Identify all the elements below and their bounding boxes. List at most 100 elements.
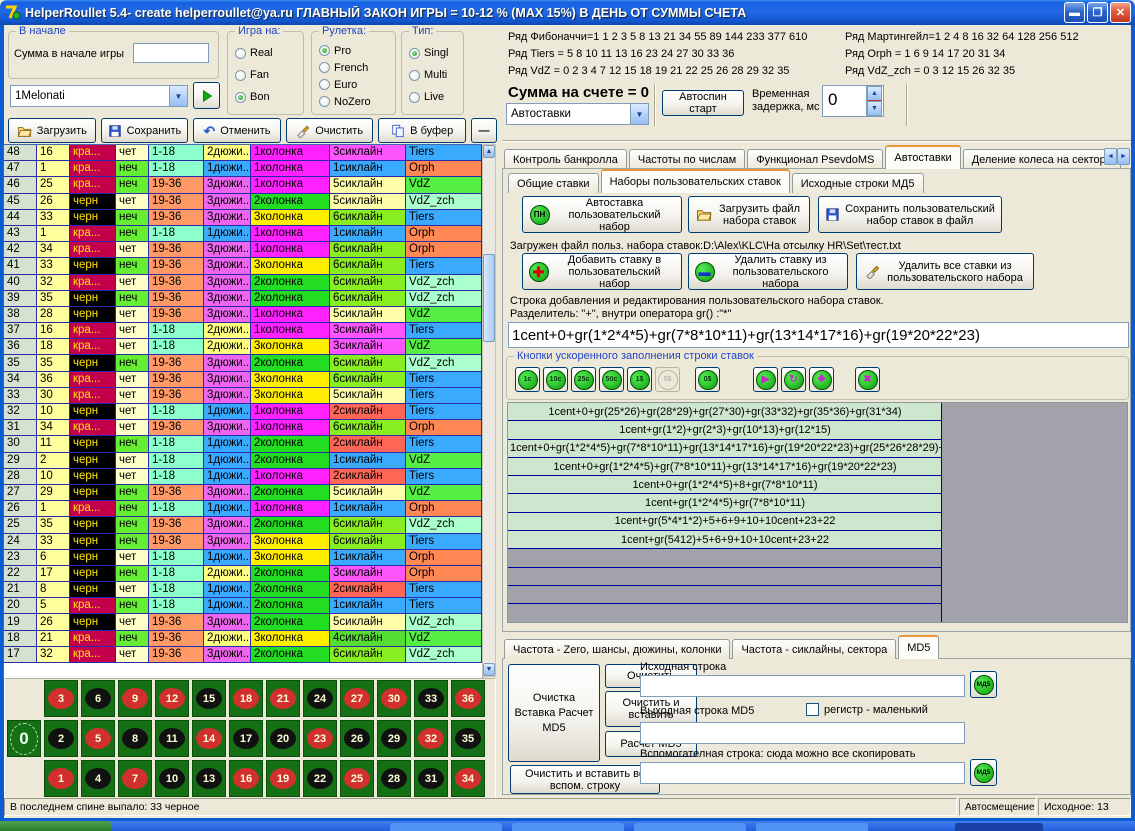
start-sum-input[interactable] xyxy=(133,43,209,63)
autostake-user-set-button[interactable]: ПН Автоставка пользовательский набор xyxy=(522,196,682,233)
tab-2[interactable]: Функционал PsevdoMS xyxy=(747,149,883,169)
radio-option-multi[interactable]: Multi xyxy=(402,64,463,86)
autospin-start-button[interactable]: Автоспин старт xyxy=(662,90,744,116)
table-row[interactable]: 3436кра...чет19-363дюжи...3колонка6сикла… xyxy=(4,372,482,388)
md5-lowercase-option[interactable]: регистр - маленький xyxy=(806,703,928,716)
bet-list-item[interactable]: 1cent+gr(1*2)+gr(2*3)+gr(10*13)+gr(12*15… xyxy=(508,421,942,439)
bet-list-item[interactable]: 1cent+0+gr(1*2*4*5)+gr(7*8*10*11)+gr(13*… xyxy=(508,458,942,476)
radio-icon[interactable] xyxy=(409,92,420,103)
md5-aux-input[interactable] xyxy=(640,762,965,784)
table-row[interactable]: 2217черннеч1-182дюжи...2колонка3сиклайнO… xyxy=(4,566,482,582)
chevron-down-icon[interactable]: ▼ xyxy=(630,104,648,124)
roulette-cell[interactable]: 13 xyxy=(192,760,226,797)
save-button[interactable]: Сохранить xyxy=(101,118,189,143)
copy-to-clipboard-button[interactable]: В буфер xyxy=(378,118,466,143)
radio-option-nozero[interactable]: NoZero xyxy=(312,93,395,110)
radio-option-real[interactable]: Real xyxy=(228,42,303,64)
roulette-cell[interactable]: 19 xyxy=(266,760,300,797)
roulette-cell[interactable]: 4 xyxy=(81,760,115,797)
roulette-cell[interactable]: 24 xyxy=(303,680,337,717)
undo-button[interactable]: ↶ Отменить xyxy=(193,118,281,143)
bet-list-item[interactable]: 1cent+gr(5412)+5+6+9+10+10cent+23+22 xyxy=(508,531,942,549)
chip-50c-button[interactable]: 50c xyxy=(599,367,624,392)
radio-option-pro[interactable]: Pro xyxy=(312,42,395,59)
freq-tab-0[interactable]: Частота - Zero, шансы, дюжины, колонки xyxy=(504,639,730,659)
delay-spinner[interactable]: 0 ▲ ▼ xyxy=(822,85,884,117)
spinner-up-icon[interactable]: ▲ xyxy=(867,86,882,101)
table-row[interactable]: 3330кра...чет19-363дюжи...3колонка5сикла… xyxy=(4,388,482,404)
radio-icon[interactable] xyxy=(319,96,330,107)
add-bet-button[interactable]: ✚ Добавить ставку в пользовательский наб… xyxy=(522,253,682,290)
delete-all-bets-button[interactable]: Удалить все ставки из пользовательского … xyxy=(856,253,1034,290)
quick-pattern-button[interactable]: ✖ xyxy=(855,367,880,392)
table-row[interactable]: 1821кра...неч19-362дюжи...3колонка4сикла… xyxy=(4,631,482,647)
clear-button[interactable]: Очистить xyxy=(286,118,374,143)
subtab-0[interactable]: Общие ставки xyxy=(508,173,599,193)
taskbar-button[interactable] xyxy=(390,823,502,831)
roulette-cell[interactable]: 15 xyxy=(192,680,226,717)
md5-aux-icon-button[interactable]: МД5 xyxy=(970,759,997,786)
table-row[interactable]: 3935черннеч19-363дюжи...2колонка6сиклайн… xyxy=(4,291,482,307)
checkbox-icon[interactable] xyxy=(806,703,819,716)
roulette-cell[interactable]: 32 xyxy=(414,720,448,757)
md5-clear-paste-calc-button[interactable]: Очистка Вставка Расчет MD5 xyxy=(508,664,600,762)
taskbar-button[interactable] xyxy=(512,823,624,831)
quick-shapes-button[interactable]: ❖ xyxy=(809,367,834,392)
radio-option-bon[interactable]: Bon xyxy=(228,86,303,108)
table-row[interactable]: 1926чернчет19-363дюжи...2колонка5сиклайн… xyxy=(4,614,482,630)
scroll-down-icon[interactable]: ▼ xyxy=(483,663,495,676)
roulette-cell[interactable]: 21 xyxy=(266,680,300,717)
load-button[interactable]: Загрузить xyxy=(8,118,96,143)
scrollbar-thumb[interactable] xyxy=(483,254,495,342)
table-row[interactable]: 261кра...неч1-181дюжи...1колонка1сиклайн… xyxy=(4,501,482,517)
roulette-cell[interactable]: 27 xyxy=(340,680,374,717)
table-row[interactable]: 4433черннеч19-363дюжи...3колонка6сиклайн… xyxy=(4,210,482,226)
roulette-cell[interactable]: 5 xyxy=(81,720,115,757)
roulette-cell[interactable]: 10 xyxy=(155,760,189,797)
table-row[interactable]: 3210чернчет1-181дюжи...1колонка2сиклайнT… xyxy=(4,404,482,420)
table-row[interactable]: 205кра...неч1-181дюжи...2колонка1сиклайн… xyxy=(4,598,482,614)
table-row[interactable]: 292чернчет1-181дюжи...2колонка1сиклайнVd… xyxy=(4,453,482,469)
table-row[interactable]: 3618кра...чет1-182дюжи...3колонка3сиклай… xyxy=(4,339,482,355)
roulette-cell[interactable]: 2 xyxy=(44,720,78,757)
table-row[interactable]: 4133черннеч19-363дюжи...3колонка6сиклайн… xyxy=(4,258,482,274)
minimize-button[interactable]: ▬ xyxy=(1064,2,1085,23)
roulette-cell[interactable]: 29 xyxy=(377,720,411,757)
tab-4[interactable]: Деление колеса на сектора xyxy=(963,149,1121,169)
freq-tab-1[interactable]: Частота - сиклайны, сектора xyxy=(732,639,896,659)
maximize-button[interactable]: ❒ xyxy=(1087,2,1108,23)
start-button[interactable] xyxy=(0,821,112,831)
roulette-cell[interactable]: 35 xyxy=(451,720,485,757)
roulette-cell[interactable]: 9 xyxy=(118,680,152,717)
delete-bet-button[interactable]: ▬ Удалить ставку из пользовательского на… xyxy=(688,253,848,290)
freq-tab-2[interactable]: MD5 xyxy=(898,635,939,659)
roulette-cell[interactable]: 8 xyxy=(118,720,152,757)
chip-25c-button[interactable]: 25c xyxy=(571,367,596,392)
roulette-cell[interactable]: 3 xyxy=(44,680,78,717)
roulette-cell[interactable]: 28 xyxy=(377,760,411,797)
subtab-2[interactable]: Исходные строки МД5 xyxy=(792,173,924,193)
bet-string-input[interactable] xyxy=(508,322,1129,348)
table-row[interactable]: 3535черннеч19-363дюжи...2колонка6сиклайн… xyxy=(4,355,482,371)
table-row[interactable]: 236чернчет1-181дюжи...3колонка1сиклайнOr… xyxy=(4,550,482,566)
roulette-cell[interactable]: 31 xyxy=(414,760,448,797)
taskbar-button[interactable] xyxy=(634,823,746,831)
table-row[interactable]: 431кра...неч1-181дюжи...1колонка1сиклайн… xyxy=(4,226,482,242)
table-row[interactable]: 4032кра...чет19-363дюжи...2колонка6сикла… xyxy=(4,275,482,291)
spinner-down-icon[interactable]: ▼ xyxy=(867,101,882,116)
table-row[interactable]: 3134кра...чет19-363дюжи...1колонка6сикла… xyxy=(4,420,482,436)
radio-icon[interactable] xyxy=(235,48,246,59)
roulette-cell[interactable]: 11 xyxy=(155,720,189,757)
table-row[interactable]: 2433черннеч19-363дюжи...3колонка6сиклайн… xyxy=(4,534,482,550)
autobets-combobox[interactable]: Автоставки ▼ xyxy=(506,103,649,125)
md5-calc-icon-button[interactable]: МД5 xyxy=(970,671,997,698)
chip-0$-button[interactable]: 0$ xyxy=(695,367,720,392)
radio-icon[interactable] xyxy=(319,79,330,90)
roulette-cell[interactable]: 18 xyxy=(229,680,263,717)
spins-table[interactable]: 4816кра...чет1-182дюжи...1колонка3сиклай… xyxy=(3,144,483,679)
play-button[interactable] xyxy=(193,82,220,109)
radio-option-singl[interactable]: Singl xyxy=(402,42,463,64)
roulette-cell[interactable]: 36 xyxy=(451,680,485,717)
strategy-combobox[interactable]: 1Melonati ▼ xyxy=(10,85,188,107)
tab-3[interactable]: Автоставки xyxy=(885,145,960,169)
